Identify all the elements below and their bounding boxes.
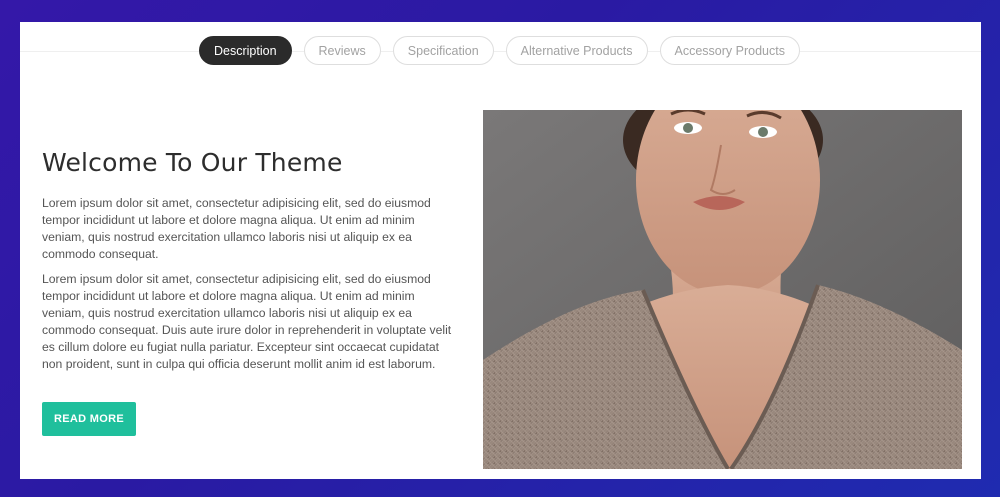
product-tabs: Description Reviews Specification Altern… [199, 36, 800, 65]
model-portrait-image [483, 110, 962, 469]
tab-alternative-products[interactable]: Alternative Products [505, 36, 648, 65]
product-tabs-card: Description Reviews Specification Altern… [20, 22, 981, 479]
description-paragraph: Lorem ipsum dolor sit amet, consectetur … [42, 196, 431, 261]
tab-accessory-products[interactable]: Accessory Products [659, 36, 800, 65]
description-paragraph: Lorem ipsum dolor sit amet, consectetur … [42, 272, 452, 371]
product-photo [483, 110, 962, 469]
read-more-button[interactable]: READ MORE [42, 402, 136, 436]
description-content: Welcome To Our Theme Lorem ipsum dolor s… [42, 142, 452, 436]
tab-specification[interactable]: Specification [392, 36, 494, 65]
tab-description[interactable]: Description [199, 36, 292, 65]
tab-reviews[interactable]: Reviews [303, 36, 381, 65]
section-title: Welcome To Our Theme [42, 148, 343, 177]
